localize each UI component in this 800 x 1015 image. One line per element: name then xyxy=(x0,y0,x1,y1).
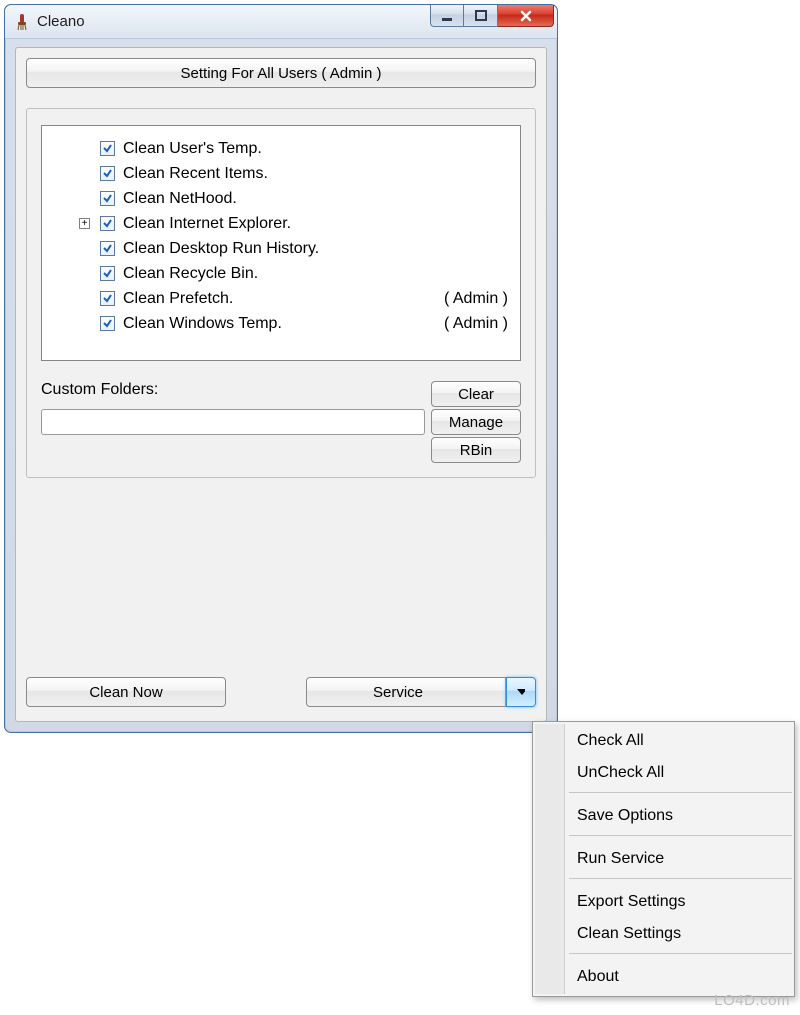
tree-item-label: Clean Recycle Bin. xyxy=(123,261,516,286)
checkbox[interactable] xyxy=(100,291,115,306)
menu-separator xyxy=(569,792,792,800)
tree-item[interactable]: Clean Windows Temp.( Admin ) xyxy=(46,311,516,336)
tree-item[interactable]: Clean NetHood. xyxy=(46,186,516,211)
settings-all-users-button[interactable]: Setting For All Users ( Admin ) xyxy=(26,58,536,88)
rbin-button[interactable]: RBin xyxy=(431,437,521,463)
tree-item[interactable]: Clean Desktop Run History. xyxy=(46,236,516,261)
checkbox[interactable] xyxy=(100,216,115,231)
app-icon xyxy=(13,13,31,31)
titlebar[interactable]: Cleano xyxy=(5,5,557,39)
service-dropdown-button[interactable] xyxy=(506,677,536,707)
menu-item[interactable]: Check All xyxy=(535,725,792,757)
menu-item[interactable]: Run Service xyxy=(535,843,792,875)
bottom-button-row: Clean Now Service xyxy=(26,677,536,707)
menu-item[interactable]: Save Options xyxy=(535,800,792,832)
tree-item-label: Clean NetHood. xyxy=(123,186,516,211)
chevron-down-icon xyxy=(517,689,525,695)
menu-separator xyxy=(569,953,792,961)
window-title: Cleano xyxy=(37,13,85,30)
tree-item[interactable]: Clean Recycle Bin. xyxy=(46,261,516,286)
custom-folders-input[interactable] xyxy=(41,409,425,435)
tree-item-label: Clean Recent Items. xyxy=(123,161,516,186)
tree-item[interactable]: + Clean Internet Explorer. xyxy=(46,211,516,236)
tree-item[interactable]: Clean Recent Items. xyxy=(46,161,516,186)
menu-separator xyxy=(569,878,792,886)
tree-item-label: Clean Desktop Run History. xyxy=(123,236,516,261)
watermark-text: LO4D.com xyxy=(714,992,790,1009)
checkbox[interactable] xyxy=(100,141,115,156)
checkbox[interactable] xyxy=(100,191,115,206)
checkbox[interactable] xyxy=(100,266,115,281)
tree-item-label: Clean Internet Explorer. xyxy=(123,211,516,236)
menu-item[interactable]: Clean Settings xyxy=(535,918,792,950)
maximize-button[interactable] xyxy=(464,5,498,27)
options-panel: Clean User's Temp.Clean Recent Items.Cle… xyxy=(26,108,536,478)
expander-icon[interactable]: + xyxy=(79,218,90,229)
clear-button[interactable]: Clear xyxy=(431,381,521,407)
manage-button[interactable]: Manage xyxy=(431,409,521,435)
service-dropdown-menu: Check AllUnCheck All Save Options Run Serv… xyxy=(532,721,795,997)
service-button[interactable]: Service xyxy=(306,677,506,707)
tree-item-label: Clean Prefetch. xyxy=(123,286,444,311)
main-window: Cleano Setting For All Users ( Admin ) C… xyxy=(4,4,558,733)
tree-item[interactable]: Clean Prefetch.( Admin ) xyxy=(46,286,516,311)
tree-item-suffix: ( Admin ) xyxy=(444,286,516,311)
close-button[interactable] xyxy=(498,5,554,27)
minimize-button[interactable] xyxy=(430,5,464,27)
tree-item-suffix: ( Admin ) xyxy=(444,311,516,336)
checkbox[interactable] xyxy=(100,316,115,331)
custom-folders-label: Custom Folders: xyxy=(41,381,425,399)
tree-item[interactable]: Clean User's Temp. xyxy=(46,136,516,161)
clean-now-button[interactable]: Clean Now xyxy=(26,677,226,707)
clean-options-tree[interactable]: Clean User's Temp.Clean Recent Items.Cle… xyxy=(41,125,521,361)
menu-item[interactable]: UnCheck All xyxy=(535,757,792,789)
checkbox[interactable] xyxy=(100,166,115,181)
window-buttons xyxy=(430,5,554,27)
checkbox[interactable] xyxy=(100,241,115,256)
client-area: Setting For All Users ( Admin ) Clean Us… xyxy=(15,47,547,722)
menu-separator xyxy=(569,835,792,843)
tree-item-label: Clean Windows Temp. xyxy=(123,311,444,336)
tree-item-label: Clean User's Temp. xyxy=(123,136,516,161)
menu-item[interactable]: Export Settings xyxy=(535,886,792,918)
menu-item[interactable]: About xyxy=(535,961,792,993)
